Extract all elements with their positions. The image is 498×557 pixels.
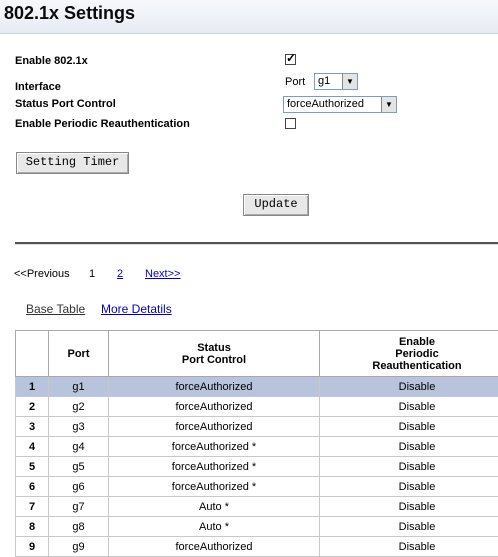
tab-more-details[interactable]: More Detatils [101,302,172,316]
row-index: 5 [16,457,49,477]
table-row[interactable]: 3g3forceAuthorizedDisable [16,417,498,437]
periodic-reauth-label: Enable Periodic Reauthentication [15,118,190,130]
row-reauth: Disable [320,537,498,557]
divider [15,242,498,245]
row-index: 4 [16,437,49,457]
row-reauth: Disable [320,517,498,537]
page-title: 802.1x Settings [4,3,135,24]
setting-timer-button[interactable]: Setting Timer [16,152,129,174]
interface-label: Interface [15,81,61,93]
row-index: 8 [16,517,49,537]
row-status: forceAuthorized [109,397,320,417]
title-bar: 802.1x Settings [0,0,498,34]
column-header-port: Port [49,331,109,377]
table-header-row: Port StatusPort Control EnablePeriodicRe… [16,331,498,377]
chevron-down-icon: ▼ [342,74,357,89]
port-table: Port StatusPort Control EnablePeriodicRe… [15,330,498,557]
chevron-down-icon: ▼ [381,97,396,112]
row-status: forceAuthorized * [109,437,320,457]
row-port: g5 [49,457,109,477]
row-reauth: Disable [320,397,498,417]
page-2-link[interactable]: 2 [117,268,123,280]
column-header-reauth: EnablePeriodicReauthentication [320,331,498,377]
table-row[interactable]: 5g5forceAuthorized *Disable [16,457,498,477]
enable-8021x-label: Enable 802.1x [15,55,88,67]
page-1-current: 1 [89,268,95,280]
previous-link[interactable]: <<Previous [14,268,70,280]
row-port: g2 [49,397,109,417]
row-status: Auto * [109,517,320,537]
row-port: g8 [49,517,109,537]
status-port-control-label: Status Port Control [15,98,116,110]
row-port: g7 [49,497,109,517]
row-port: g1 [49,377,109,397]
table-row[interactable]: 8g8Auto *Disable [16,517,498,537]
row-index: 2 [16,397,49,417]
row-port: g6 [49,477,109,497]
row-reauth: Disable [320,497,498,517]
update-button[interactable]: Update [243,194,309,216]
status-port-control-select[interactable]: forceAuthorized ▼ [283,96,397,113]
row-reauth: Disable [320,457,498,477]
row-status: forceAuthorized [109,377,320,397]
row-status: forceAuthorized [109,417,320,437]
row-index: 9 [16,537,49,557]
row-port: g3 [49,417,109,437]
next-link[interactable]: Next>> [145,268,180,280]
row-status: forceAuthorized [109,537,320,557]
row-reauth: Disable [320,477,498,497]
row-index: 1 [16,377,49,397]
row-reauth: Disable [320,377,498,397]
table-row[interactable]: 4g4forceAuthorized *Disable [16,437,498,457]
enable-8021x-checkbox[interactable] [285,54,296,65]
row-index: 7 [16,497,49,517]
row-port: g9 [49,537,109,557]
row-port: g4 [49,437,109,457]
row-status: Auto * [109,497,320,517]
row-index: 3 [16,417,49,437]
tab-base-table[interactable]: Base Table [26,302,85,316]
table-row[interactable]: 9g9forceAuthorizedDisable [16,537,498,557]
row-reauth: Disable [320,437,498,457]
row-reauth: Disable [320,417,498,437]
column-header-index [16,331,49,377]
periodic-reauth-checkbox[interactable] [285,118,296,129]
table-row[interactable]: 6g6forceAuthorized *Disable [16,477,498,497]
row-index: 6 [16,477,49,497]
table-row[interactable]: 7g7Auto *Disable [16,497,498,517]
status-select-value: forceAuthorized [287,98,364,110]
port-label: Port [285,76,305,88]
port-select[interactable]: g1 ▼ [314,73,358,90]
port-select-value: g1 [318,75,330,87]
column-header-status: StatusPort Control [109,331,320,377]
row-status: forceAuthorized * [109,477,320,497]
table-row[interactable]: 2g2forceAuthorizedDisable [16,397,498,417]
table-row[interactable]: 1g1forceAuthorizedDisable [16,377,498,397]
row-status: forceAuthorized * [109,457,320,477]
